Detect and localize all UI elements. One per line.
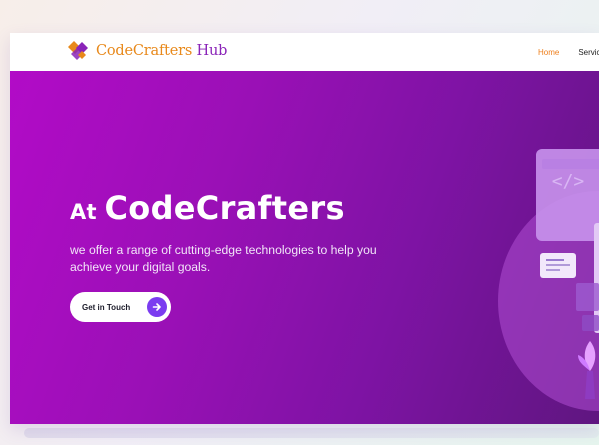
hero-description: we offer a range of cutting-edge technol… [70, 243, 377, 274]
hero-title-main: CodeCrafters [104, 189, 345, 227]
nav-link-services[interactable]: Services [578, 48, 599, 57]
logo-icon [66, 39, 90, 63]
brand-logo[interactable]: CodeCrafters Hub [66, 39, 227, 63]
hero-section: At CodeCrafters we offer a range of cutt… [10, 71, 599, 424]
hero-title: At CodeCrafters [70, 189, 345, 227]
website-frame: CodeCrafters Hub Home Services At CodeCr… [10, 33, 599, 424]
nav-link-home[interactable]: Home [538, 48, 559, 57]
top-navbar: CodeCrafters Hub Home Services [10, 33, 599, 71]
brand-suffix: Hub [192, 43, 228, 59]
page-shadow [24, 428, 599, 438]
hero-title-prefix: At [70, 200, 105, 224]
arrow-right-icon [147, 297, 167, 317]
brand-name: CodeCrafters [96, 43, 193, 59]
logo-text: CodeCrafters Hub [96, 43, 227, 59]
get-in-touch-button[interactable]: Get in Touch [70, 292, 171, 322]
hero-illustration: </> [498, 101, 599, 424]
nav-menu: Home Services [538, 33, 599, 71]
code-symbol: </> [552, 171, 585, 192]
cta-label: Get in Touch [82, 302, 131, 312]
